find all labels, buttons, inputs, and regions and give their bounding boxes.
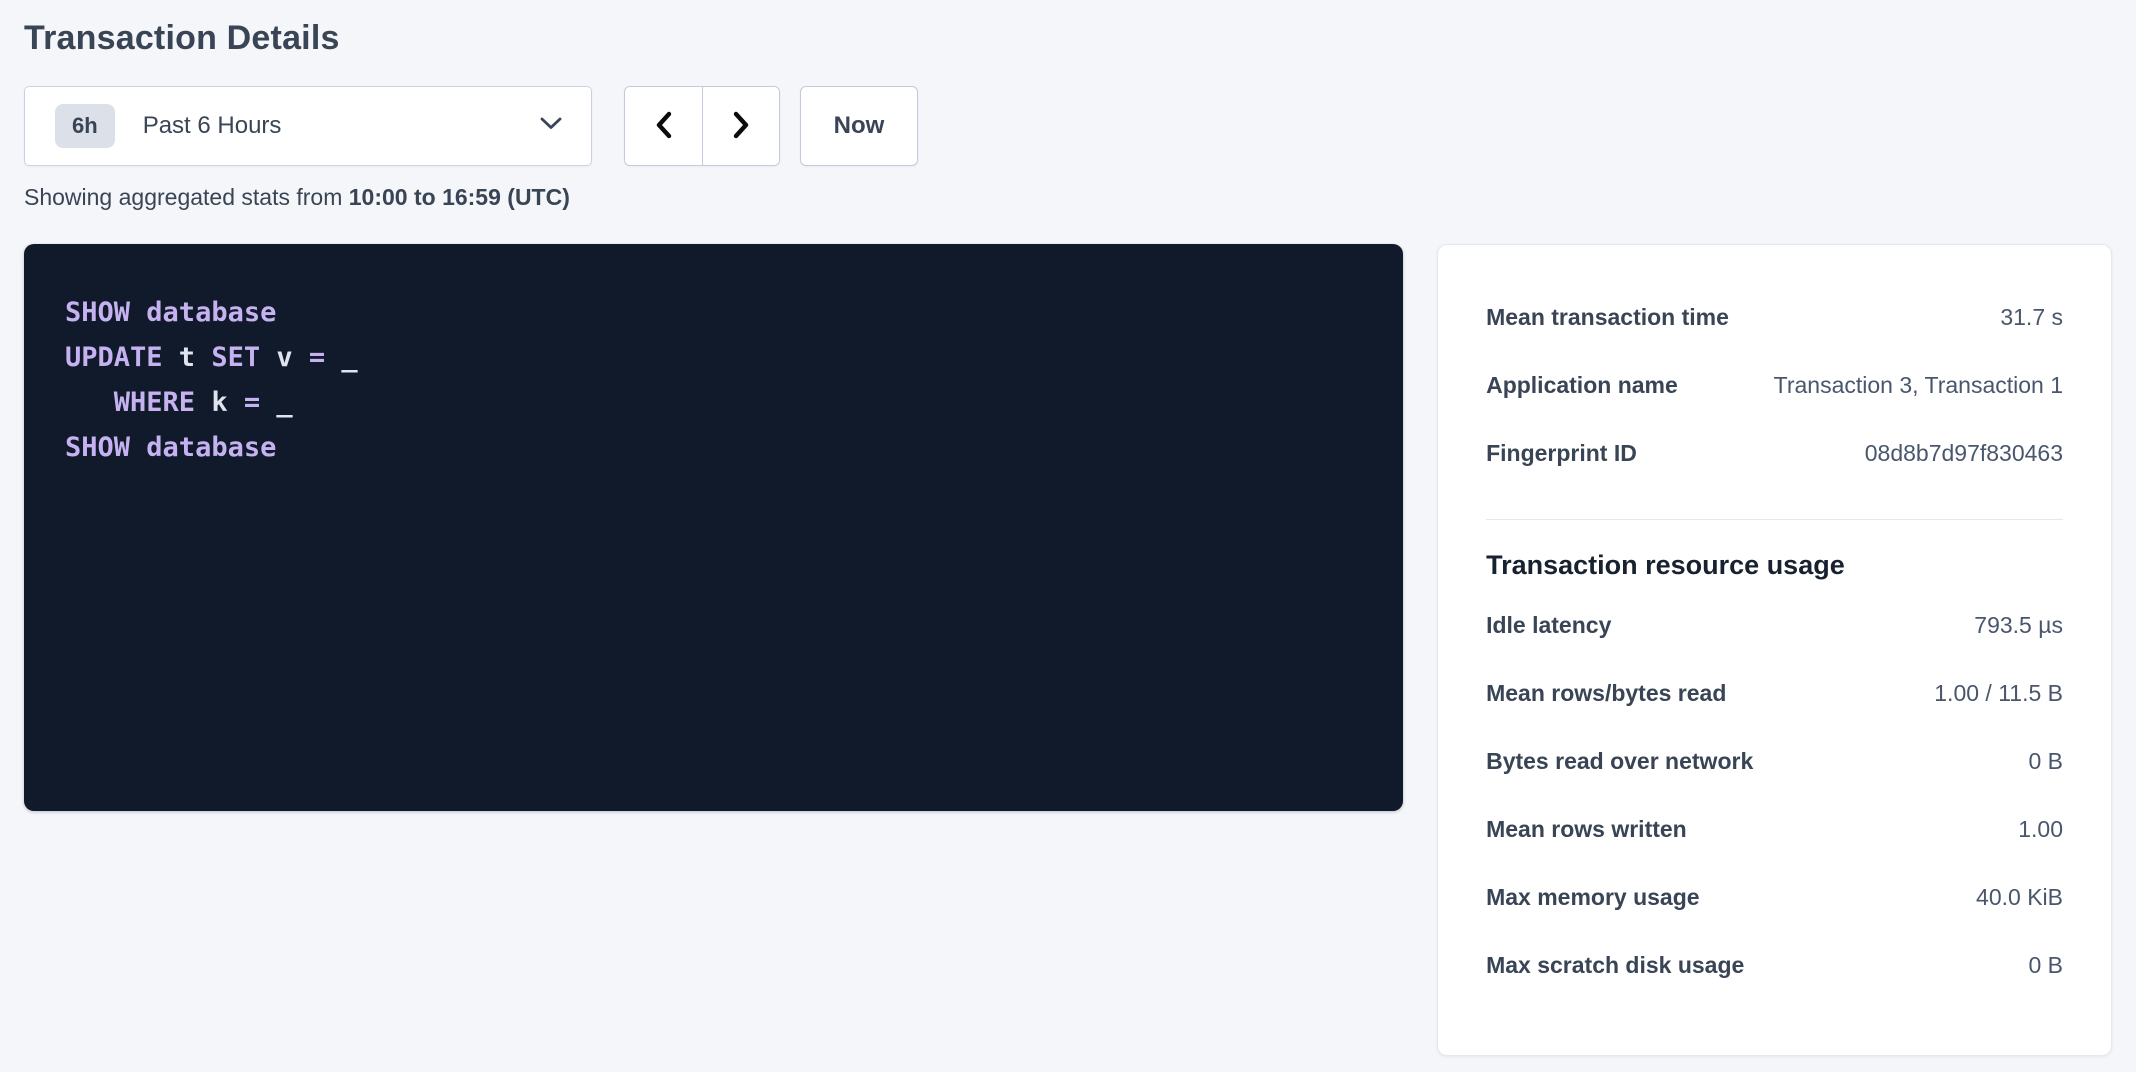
code-token (130, 432, 146, 463)
stat-row: Max memory usage 40.0 KiB (1486, 863, 2063, 931)
stat-value: 793.5 µs (1974, 612, 2063, 639)
code-token (130, 297, 146, 328)
transaction-details-page: Transaction Details 6h Past 6 Hours Now (0, 0, 2136, 1056)
code-token: _ (260, 387, 293, 418)
stat-label: Fingerprint ID (1486, 440, 1653, 467)
code-token: UPDATE (65, 342, 163, 373)
page-title: Transaction Details (24, 16, 2112, 60)
prev-time-button[interactable] (625, 87, 702, 165)
aggregation-time-range: 10:00 to 16:59 (UTC) (349, 184, 570, 210)
code-token: _ (325, 342, 358, 373)
stat-value: 0 B (2028, 748, 2063, 775)
divider (1486, 519, 2063, 520)
aggregation-subtitle-prefix: Showing aggregated stats from (24, 184, 349, 210)
time-range-selected-label: Past 6 Hours (143, 112, 539, 140)
stat-label: Idle latency (1486, 612, 1627, 639)
stat-row: Fingerprint ID 08d8b7d97f830463 (1486, 419, 2063, 487)
code-token: k (195, 387, 244, 418)
stat-row: Bytes read over network 0 B (1486, 727, 2063, 795)
stat-row: Mean transaction time 31.7 s (1486, 283, 2063, 351)
stat-label: Mean rows/bytes read (1486, 680, 1742, 707)
next-time-button[interactable] (702, 87, 779, 165)
code-token: SET (211, 342, 260, 373)
code-token: WHERE (114, 387, 195, 418)
code-line: SHOW database (65, 425, 1363, 470)
code-token: = (309, 342, 325, 373)
chevron-right-icon (730, 110, 752, 143)
code-token: database (146, 297, 276, 328)
stat-row: Mean rows written 1.00 (1486, 795, 2063, 863)
sql-statement-box: SHOW databaseUPDATE t SET v = _ WHERE k … (24, 244, 1403, 811)
code-token: SHOW (65, 297, 130, 328)
chevron-down-icon (539, 116, 563, 136)
chevron-left-icon (653, 110, 675, 143)
now-button[interactable]: Now (800, 86, 918, 166)
usage-rows: Idle latency 793.5 µs Mean rows/bytes read… (1486, 591, 2063, 999)
code-token: database (146, 432, 276, 463)
stat-value: 08d8b7d97f830463 (1865, 440, 2063, 467)
code-line: SHOW database (65, 290, 1363, 335)
stat-value: 40.0 KiB (1976, 884, 2063, 911)
code-line: WHERE k = _ (65, 380, 1363, 425)
stat-label: Mean rows written (1486, 816, 1703, 843)
stat-value: 0 B (2028, 952, 2063, 979)
stat-value: 1.00 (2018, 816, 2063, 843)
time-controls: 6h Past 6 Hours Now (24, 86, 2112, 166)
time-range-badge: 6h (55, 104, 115, 148)
resource-usage-title: Transaction resource usage (1486, 550, 2063, 581)
stat-row: Idle latency 793.5 µs (1486, 591, 2063, 659)
stat-label: Bytes read over network (1486, 748, 1769, 775)
aggregation-subtitle: Showing aggregated stats from 10:00 to 1… (24, 183, 2112, 211)
stat-row: Mean rows/bytes read 1.00 / 11.5 B (1486, 659, 2063, 727)
stat-label: Max scratch disk usage (1486, 952, 1760, 979)
transaction-stats-card: Mean transaction time 31.7 s Application n… (1437, 244, 2112, 1056)
code-token: = (244, 387, 260, 418)
main-content: SHOW databaseUPDATE t SET v = _ WHERE k … (24, 244, 2112, 1056)
code-token: SHOW (65, 432, 130, 463)
code-token (65, 387, 114, 418)
time-range-dropdown[interactable]: 6h Past 6 Hours (24, 86, 592, 166)
stat-label: Max memory usage (1486, 884, 1715, 911)
summary-rows: Mean transaction time 31.7 s Application n… (1486, 283, 2063, 487)
stat-row: Max scratch disk usage 0 B (1486, 931, 2063, 999)
time-step-button-group (624, 86, 780, 166)
code-token: v (260, 342, 309, 373)
code-token: t (163, 342, 212, 373)
code-line: UPDATE t SET v = _ (65, 335, 1363, 380)
stat-value: Transaction 3, Transaction 1 (1774, 372, 2063, 399)
stat-label: Mean transaction time (1486, 304, 1745, 331)
stat-row: Application name Transaction 3, Transacti… (1486, 351, 2063, 419)
stat-value: 1.00 / 11.5 B (1934, 680, 2063, 707)
stat-label: Application name (1486, 372, 1694, 399)
stat-value: 31.7 s (2000, 304, 2063, 331)
